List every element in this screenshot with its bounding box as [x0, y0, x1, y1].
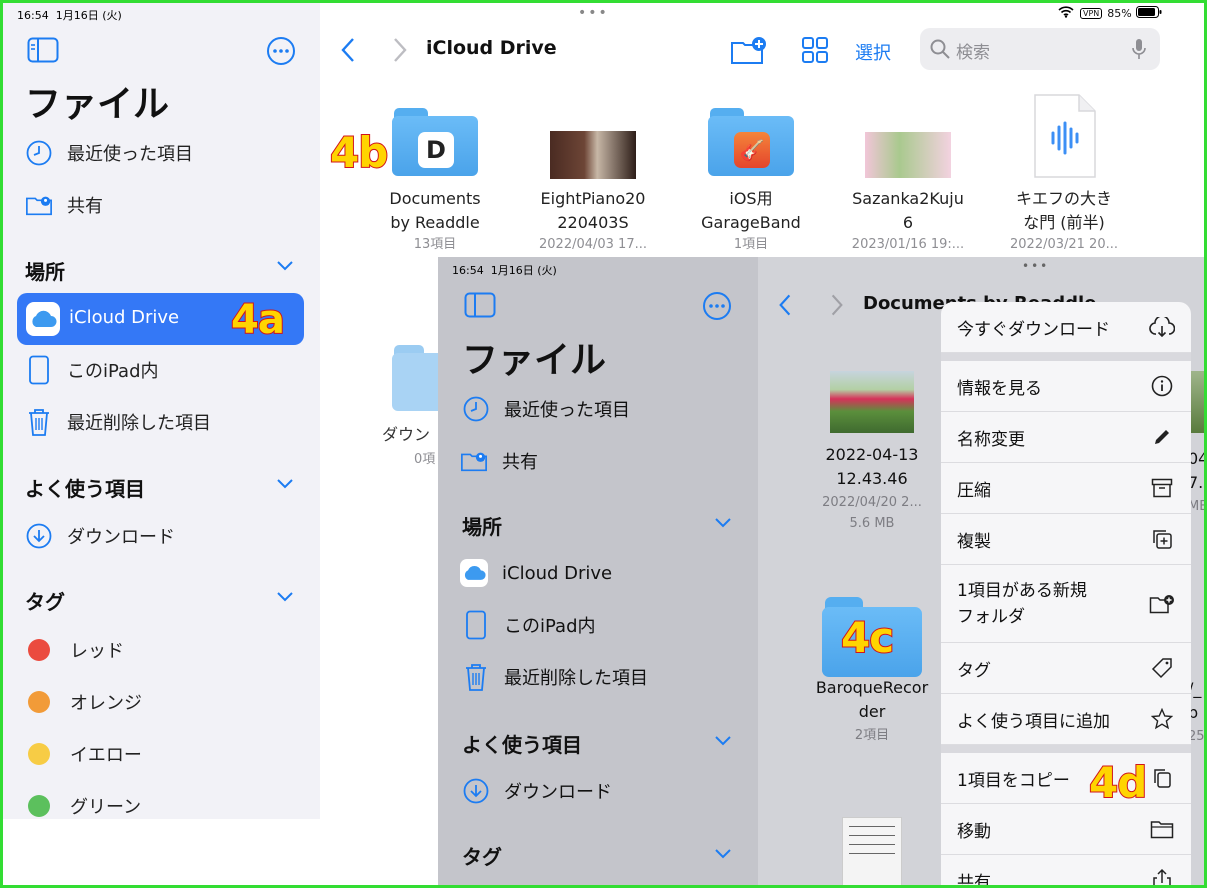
screenshot-frame	[0, 0, 1207, 888]
